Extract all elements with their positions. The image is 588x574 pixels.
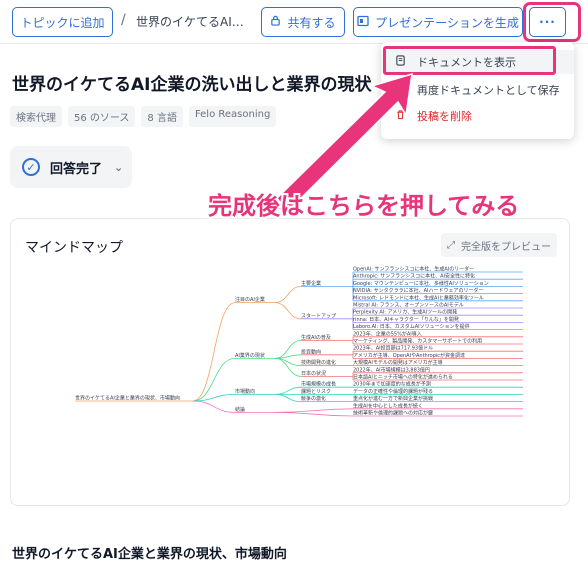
- tag-languages: 8 言語: [141, 106, 183, 127]
- mindmap-leaf-node: Anthropic: サンフランシスコに本社、AI安全性に特化: [353, 273, 475, 280]
- mindmap-leaf-node: Mistral AI: フランス、オープンソースのAIモデル: [353, 302, 464, 309]
- generate-presentation-button[interactable]: プレゼンテーションを生成: [353, 7, 523, 37]
- annotation-text: 完成後はこちらを押してみる: [208, 192, 520, 220]
- tag-search-agent: 検索代理: [10, 106, 62, 127]
- mindmap-leaf-node: アメリカが主導、OpenAIやAnthropicが資金調達: [353, 352, 465, 359]
- mindmap-title: マインドマップ: [25, 240, 123, 256]
- menu-item-save-document[interactable]: 再度ドキュメントとして保存: [381, 78, 574, 102]
- menu-item-label: 再度ドキュメントとして保存: [417, 84, 560, 97]
- breadcrumb-title[interactable]: 世界のイケてるAI企業の洗い出しと業界の現状、市場動向: [136, 13, 254, 30]
- presentation-label: プレゼンテーションを生成: [375, 15, 519, 30]
- mindmap-branch-node: 結論: [235, 406, 245, 413]
- mindmap-leaf-node: 生成AIを中心とした成長が続く: [353, 402, 423, 409]
- mindmap-child-node: 生成AIの普及: [301, 334, 331, 341]
- mindmap-leaf-node: マーケティング、製品開発、カスタマーサポートでの利用: [353, 338, 482, 345]
- mindmap-card: マインドマップ ⤢ 完全版をプレビュー 世界のイケてるAI企業と業界の現状、市場…: [10, 218, 570, 506]
- tag-model: Felo Reasoning: [188, 106, 277, 127]
- more-button-highlight: [523, 2, 581, 42]
- share-button[interactable]: 共有する: [261, 7, 345, 37]
- mindmap-child-node: 技術開発の進化: [301, 359, 336, 366]
- mindmap-leaf-node: Perplexity AI: アメリカ、生成AIツールの開発: [353, 309, 457, 316]
- mindmap-leaf-node: 技術革新や倫理的課題への対応が鍵: [353, 410, 433, 417]
- mindmap-child-node: 投資動向: [301, 348, 321, 355]
- tag-sources[interactable]: 56 のソース: [68, 106, 136, 127]
- mindmap-branch-node: 注目のAI企業: [235, 296, 265, 303]
- mindmap-leaf-node: 日本語AIとニッチ市場への特化が進められる: [353, 374, 453, 381]
- view-document-highlight: [383, 46, 556, 75]
- mindmap-edge: [192, 302, 236, 402]
- presentation-icon: [357, 15, 369, 30]
- mindmap-leaf-node: rinna: 日本、AIキャラクター「りんな」を開発: [353, 316, 459, 323]
- mindmap-branch-node: AI業界の現状: [235, 352, 265, 359]
- mindmap-edge: [192, 400, 236, 413]
- mindmap-leaf-node: Google: マウンテンビューに本社、多様性AIソリューション: [353, 280, 489, 287]
- mindmap-child-node: スタートアップ: [301, 312, 336, 319]
- mindmap-leaf-node: 2030年まで加速度的な成長が予測: [353, 381, 431, 388]
- status-label: 回答完了: [50, 161, 103, 177]
- mindmap-edge: [274, 302, 302, 320]
- mindmap-diagram[interactable]: 世界のイケてるAI企業と業界の現状、市場動向 OpenAI: サンフランシスコに本…: [11, 259, 571, 505]
- tag-list: 検索代理 56 のソース 8 言語 Felo Reasoning: [10, 106, 277, 127]
- check-circle-icon: ✓: [22, 158, 40, 176]
- share-label: 共有する: [287, 15, 336, 30]
- mindmap-leaf-node: OpenAI: サンフランシスコに本社、生成AIのリーダー: [353, 266, 474, 273]
- trash-icon: [395, 109, 411, 123]
- mindmap-child-node: 競争の激化: [301, 395, 326, 402]
- mindmap-branch-node: 市場動向: [235, 388, 255, 395]
- mindmap-leaf-node: NVIDIA: サンタクララに本社、AIハードウェアのリーダー: [353, 287, 483, 294]
- mindmap-leaf-node: 2022年、AI市場規模は3,883億円: [353, 366, 430, 373]
- mindmap-leaf-node: 2023年、AI投資額は717.93億ドル: [353, 345, 433, 352]
- mindmap-leaf-node: 重点化が進む一方で新興企業が挑戦: [353, 395, 433, 402]
- mindmap-leaf-node: 2023年、企業の55%がAI導入: [353, 330, 422, 337]
- mindmap-edge: [274, 408, 354, 413]
- top-bar: トピックに追加 / 世界のイケてるAI企業の洗い出しと業界の現状、市場動向 共有…: [0, 0, 588, 44]
- mindmap-edge: [274, 394, 302, 402]
- mindmap-edge: [274, 386, 302, 395]
- pencil-icon: [395, 83, 411, 97]
- mindmap-child-node: 課題とリスク: [301, 388, 331, 395]
- mindmap-child-node: 日本の状況: [301, 370, 326, 377]
- full-preview-button[interactable]: ⤢ 完全版をプレビュー: [441, 233, 557, 257]
- answer-status-toggle[interactable]: ✓ 回答完了 ⌄: [10, 146, 132, 188]
- section-heading: 世界のイケてるAI企業と業界の現状、市場動向: [12, 547, 287, 562]
- add-to-topic-button[interactable]: トピックに追加: [12, 7, 113, 37]
- page-title: 世界のイケてるAI企業の洗い出しと業界の現状: [12, 75, 372, 95]
- mindmap-edge: [274, 358, 302, 377]
- mindmap-leaf-node: データの正確性や倫理的課題が残る: [353, 388, 433, 395]
- mindmap-edge: [274, 340, 302, 359]
- lock-icon: [270, 15, 281, 29]
- expand-icon: ⤢: [447, 239, 455, 251]
- mindmap-root-node: 世界のイケてるAI企業と業界の現状、市場動向: [75, 395, 180, 402]
- mindmap-child-node: 市場規模の成長: [301, 381, 336, 388]
- menu-item-label: 投稿を削除: [417, 110, 472, 123]
- mindmap-edge: [274, 412, 354, 417]
- menu-item-delete-post[interactable]: 投稿を削除: [381, 104, 574, 128]
- mindmap-leaf-node: Laboro.AI: 日本、カスタムAIソリューションを提供: [353, 323, 470, 330]
- mindmap-edge: [274, 358, 302, 366]
- breadcrumb-separator: /: [121, 12, 126, 28]
- full-preview-label: 完全版をプレビュー: [461, 241, 551, 253]
- mindmap-edge: [274, 354, 302, 359]
- mindmap-edge: [274, 286, 302, 303]
- mindmap-leaf-node: 大規模AIモデルの開発はアメリカが主導: [353, 359, 443, 366]
- chevron-down-icon: ⌄: [114, 160, 124, 174]
- mindmap-child-node: 主要企業: [301, 280, 321, 287]
- mindmap-leaf-node: Microsoft: レドモンドに本社、生成AIと業務効率化ツール: [353, 294, 484, 301]
